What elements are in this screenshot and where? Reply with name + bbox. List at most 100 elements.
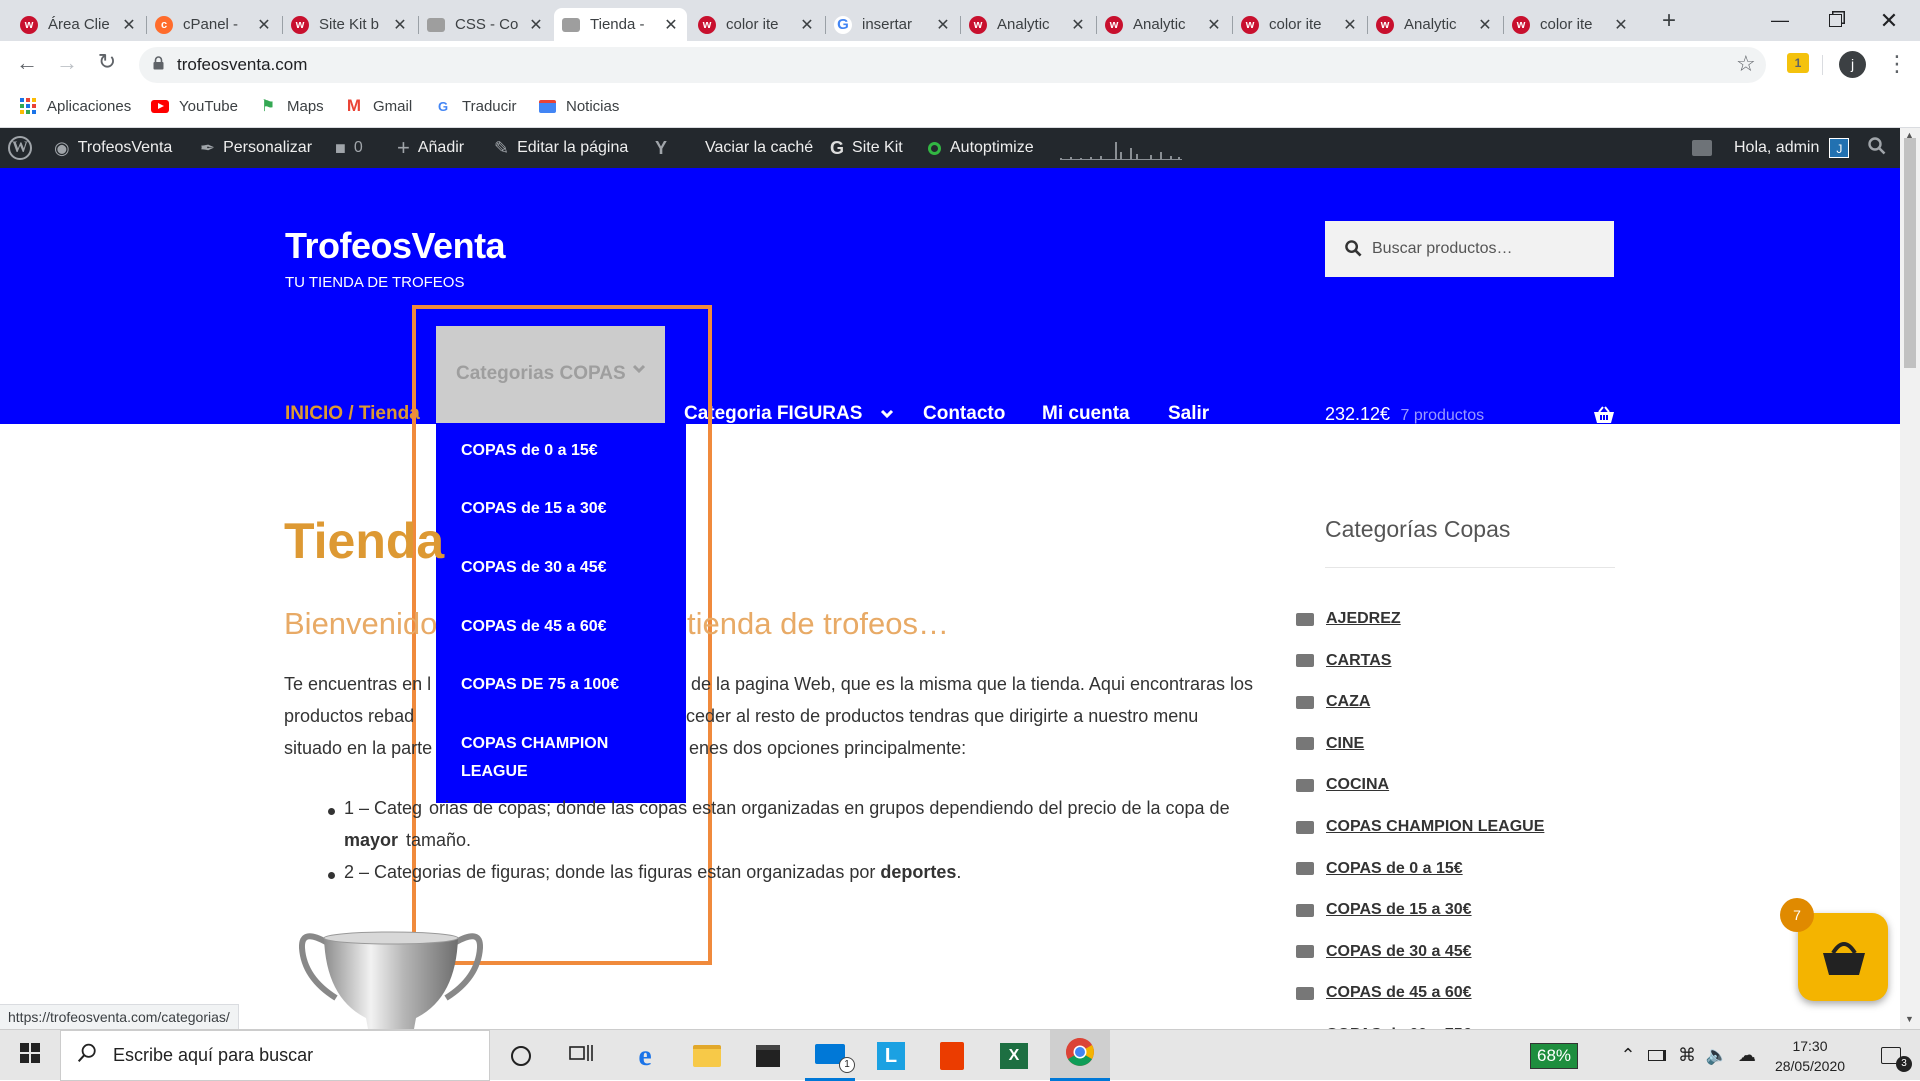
action-center-button[interactable]: 3 <box>1868 1030 1914 1081</box>
start-button[interactable] <box>0 1030 60 1081</box>
browser-tab[interactable]: w color ite ✕ <box>1504 8 1637 41</box>
taskbar-chrome[interactable] <box>1050 1030 1110 1081</box>
bookmark-star-icon[interactable]: ☆ <box>1736 51 1756 77</box>
sidebar-category-link[interactable]: COPAS de 15 a 30€ <box>1296 901 1472 919</box>
sidebar-category-link[interactable]: COPAS de 0 a 15€ <box>1296 860 1463 878</box>
chrome-menu-icon[interactable]: ⋮ <box>1886 51 1908 77</box>
address-bar[interactable]: trofeosventa.com ☆ <box>139 47 1766 83</box>
cortana-button[interactable] <box>496 1030 546 1081</box>
sidebar-category-link[interactable]: CAZA <box>1296 693 1370 711</box>
adminbar-customize[interactable]: ✒ Personalizar <box>200 128 312 168</box>
sidebar-category-link[interactable]: COCINA <box>1296 776 1389 794</box>
sidebar-category-link[interactable]: AJEDREZ <box>1296 610 1401 628</box>
browser-tab[interactable]: w color ite ✕ <box>1233 8 1366 41</box>
extension-icon[interactable]: 1 <box>1787 53 1809 73</box>
sidebar-category-link[interactable]: COPAS de 30 a 45€ <box>1296 943 1472 961</box>
show-hidden-icons[interactable]: ⌃ <box>1614 1030 1642 1081</box>
close-window-button[interactable]: ✕ <box>1866 0 1912 41</box>
browser-tab[interactable]: Tienda - ✕ <box>554 8 687 41</box>
bookmark-maps[interactable]: ⚑ Maps <box>259 97 324 116</box>
taskbar-file-explorer[interactable] <box>682 1030 732 1081</box>
task-view-button[interactable] <box>556 1030 606 1081</box>
header-cart[interactable]: 232.12€ 7 productos <box>1325 404 1615 432</box>
nav-contacto[interactable]: Contacto <box>923 403 1005 425</box>
bookmark-youtube[interactable]: YouTube <box>151 97 238 115</box>
new-tab-button[interactable]: + <box>1655 8 1683 36</box>
forward-icon[interactable]: → <box>52 50 82 76</box>
adminbar-account[interactable]: Hola, admin J <box>1734 128 1850 168</box>
battery-widget[interactable]: 68% <box>1523 1030 1585 1081</box>
tab-close-icon[interactable]: ✕ <box>392 15 408 35</box>
adminbar-sitekit[interactable]: G Site Kit <box>830 128 903 168</box>
nav-categoria-figuras[interactable]: Categoria FIGURAS <box>684 403 894 425</box>
wp-logo[interactable]: W <box>8 128 32 168</box>
product-search-box[interactable]: Buscar productos… <box>1325 221 1614 277</box>
profile-avatar[interactable]: j <box>1839 51 1866 78</box>
taskbar-app-l[interactable]: L <box>866 1030 916 1081</box>
sidebar-category-link[interactable]: CINE <box>1296 735 1364 753</box>
floating-cart-button[interactable] <box>1798 913 1888 1001</box>
browser-tab[interactable]: w Área Clie ✕ <box>12 8 145 41</box>
sidebar-category-link[interactable]: CARTAS <box>1296 652 1391 670</box>
reload-icon[interactable]: ↻ <box>92 49 122 75</box>
adminbar-notifications[interactable] <box>1692 128 1712 168</box>
adminbar-yoast[interactable]: Y <box>655 128 675 168</box>
taskbar-mail[interactable]: 1 <box>805 1030 855 1081</box>
nav-mi-cuenta[interactable]: Mi cuenta <box>1042 403 1130 425</box>
nav-inicio[interactable]: INICIO / Tienda <box>285 403 420 425</box>
bookmark-news[interactable]: Noticias <box>538 97 619 115</box>
trophy-image[interactable] <box>296 918 486 1029</box>
volume-icon[interactable]: 🔈 <box>1703 1030 1731 1081</box>
scroll-down-arrow[interactable]: ▼ <box>1905 1014 1914 1024</box>
browser-tab[interactable]: CSS - Co ✕ <box>419 8 552 41</box>
restore-button[interactable] <box>1812 0 1858 41</box>
tab-close-icon[interactable]: ✕ <box>663 15 679 35</box>
tab-close-icon[interactable]: ✕ <box>935 15 951 35</box>
tab-close-icon[interactable]: ✕ <box>256 15 272 35</box>
taskbar-search-box[interactable]: Escribe aquí para buscar <box>60 1030 490 1081</box>
browser-tab[interactable]: w Analytic ✕ <box>1368 8 1501 41</box>
tab-close-icon[interactable]: ✕ <box>528 15 544 35</box>
adminbar-comments[interactable]: ■ 0 <box>335 128 363 168</box>
tab-close-icon[interactable]: ✕ <box>1613 15 1629 35</box>
sidebar-category-link[interactable]: COPAS de 45 a 60€ <box>1296 984 1472 1002</box>
tab-close-icon[interactable]: ✕ <box>1206 15 1222 35</box>
tab-close-icon[interactable]: ✕ <box>1342 15 1358 35</box>
adminbar-autoptimize[interactable]: Autoptimize <box>928 128 1034 168</box>
bookmark-translate[interactable]: G Traducir <box>434 97 517 115</box>
minimize-button[interactable]: — <box>1757 0 1803 41</box>
nav-salir[interactable]: Salir <box>1168 403 1209 425</box>
tab-close-icon[interactable]: ✕ <box>1070 15 1086 35</box>
browser-tab[interactable]: w Analytic ✕ <box>961 8 1094 41</box>
scrollbar-thumb[interactable] <box>1904 138 1916 368</box>
tab-close-icon[interactable]: ✕ <box>121 15 137 35</box>
adminbar-new[interactable]: + Añadir <box>397 128 464 168</box>
tab-close-icon[interactable]: ✕ <box>1477 15 1493 35</box>
bookmark-gmail[interactable]: M Gmail <box>345 96 412 115</box>
adminbar-edit[interactable]: ✎ Editar la página <box>494 128 628 168</box>
sidebar-category-link[interactable]: COPAS CHAMPION LEAGUE <box>1296 818 1544 836</box>
browser-tab[interactable]: w color ite ✕ <box>690 8 823 41</box>
taskbar-excel[interactable]: X <box>989 1030 1039 1081</box>
browser-tab[interactable]: c cPanel - ✕ <box>147 8 280 41</box>
taskbar-edge[interactable]: e <box>620 1030 670 1081</box>
adminbar-site[interactable]: ◉ TrofeosVenta <box>54 128 172 168</box>
tab-close-icon[interactable]: ✕ <box>799 15 815 35</box>
wifi-icon[interactable]: ⌘ <box>1672 1030 1702 1081</box>
site-title[interactable]: TrofeosVenta <box>285 225 506 267</box>
adminbar-stats-sparkline[interactable] <box>1060 128 1182 168</box>
taskbar-store[interactable] <box>743 1030 793 1081</box>
taskbar-office[interactable] <box>927 1030 977 1081</box>
adminbar-cache[interactable]: Vaciar la caché <box>705 128 813 168</box>
bookmark-apps[interactable]: Aplicaciones <box>19 97 131 115</box>
tab-favicon-icon: w <box>20 15 38 34</box>
page-scrollbar[interactable]: ▲ ▼ <box>1900 128 1920 1029</box>
onedrive-icon[interactable]: ☁ <box>1732 1030 1762 1081</box>
clock[interactable]: 17:30 28/05/2020 <box>1770 1030 1850 1081</box>
browser-tab[interactable]: w Analytic ✕ <box>1097 8 1230 41</box>
browser-tab[interactable]: w Site Kit b ✕ <box>283 8 416 41</box>
adminbar-search[interactable] <box>1868 128 1886 168</box>
back-icon[interactable]: ← <box>12 50 42 76</box>
browser-tab[interactable]: Ginsertar ✕ <box>826 8 959 41</box>
battery-icon[interactable] <box>1643 1030 1671 1081</box>
